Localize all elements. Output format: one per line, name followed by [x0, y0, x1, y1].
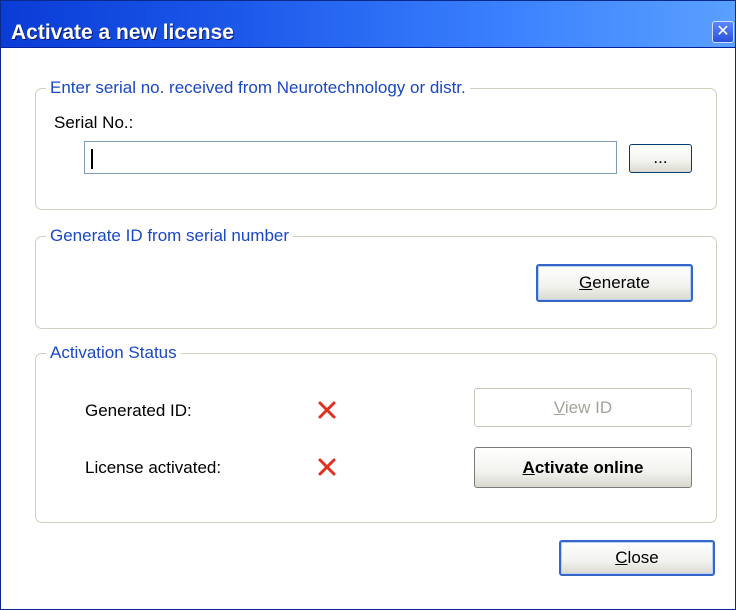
browse-button[interactable]: ... [629, 144, 692, 173]
generate-button-label: enerate [592, 273, 650, 292]
view-id-label: iew ID [564, 398, 613, 417]
close-button[interactable]: Close [559, 540, 715, 576]
generated-id-label: Generated ID: [85, 401, 192, 420]
view-id-mnemonic: V [553, 398, 565, 417]
generate-button-mnemonic: G [579, 273, 593, 292]
serial-no-label: Serial No.: [54, 113, 134, 132]
close-button-label: lose [627, 548, 659, 567]
dialog-body: Enter serial no. received from Neurotech… [2, 48, 734, 609]
activate-online-mnemonic: A [522, 458, 535, 477]
license-activated-label: License activated: [85, 458, 222, 477]
serial-group-legend: Enter serial no. received from Neurotech… [50, 78, 466, 97]
dialog-window: Activate a new license ✕ Enter serial no… [0, 0, 736, 610]
serial-number-input[interactable] [84, 141, 617, 174]
close-window-icon[interactable]: ✕ [712, 21, 734, 43]
activation-status-legend: Activation Status [50, 343, 177, 362]
dialog-title: Activate a new license [11, 21, 234, 44]
view-id-button[interactable]: View ID [474, 388, 692, 427]
generate-button[interactable]: Generate [536, 264, 693, 302]
activate-online-button[interactable]: Activate online [474, 447, 692, 488]
generate-group-legend: Generate ID from serial number [50, 226, 290, 245]
close-button-mnemonic: C [615, 548, 628, 567]
activation-status-group: Activation Status [35, 343, 717, 523]
text-caret [91, 149, 93, 169]
activate-online-label: ctivate online [534, 458, 644, 477]
red-x-icon [318, 401, 336, 419]
red-x-icon [318, 458, 336, 476]
title-bar[interactable]: Activate a new license ✕ [1, 1, 735, 48]
